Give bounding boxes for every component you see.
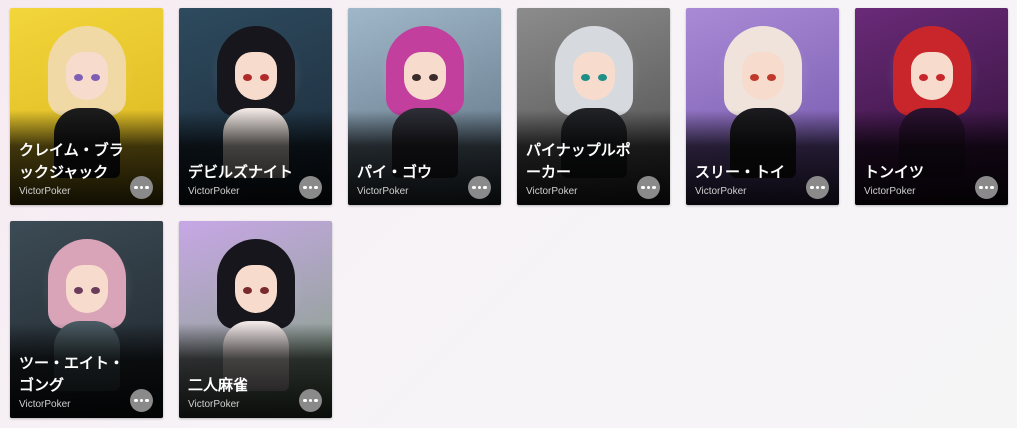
character-face <box>573 52 615 100</box>
character-eye <box>412 74 421 81</box>
game-title: クレイム・ブラックジャック <box>19 141 124 181</box>
character-eye <box>91 74 100 81</box>
more-horizontal-icon <box>641 185 645 190</box>
more-horizontal-icon <box>134 398 138 403</box>
game-card[interactable]: パイ・ゴウ VictorPoker <box>348 8 501 205</box>
more-horizontal-icon <box>472 185 476 190</box>
character-face <box>911 52 953 100</box>
more-options-button[interactable] <box>806 176 829 199</box>
game-provider: VictorPoker <box>695 186 747 197</box>
character-eye <box>260 74 269 81</box>
character-face <box>235 52 277 100</box>
game-title: 二人麻雀 <box>188 376 249 394</box>
more-options-button[interactable] <box>637 176 660 199</box>
game-provider: VictorPoker <box>526 186 578 197</box>
more-horizontal-icon <box>810 185 814 190</box>
game-title: スリー・トイ <box>695 163 786 181</box>
game-card[interactable]: トンイツ VictorPoker <box>855 8 1008 205</box>
character-eye <box>767 74 776 81</box>
character-eye <box>936 74 945 81</box>
game-provider: VictorPoker <box>188 399 240 410</box>
game-provider: VictorPoker <box>19 399 71 410</box>
game-card[interactable]: デビルズナイト VictorPoker <box>179 8 332 205</box>
game-card[interactable]: パイナップルポーカー VictorPoker <box>517 8 670 205</box>
more-options-button[interactable] <box>468 176 491 199</box>
character-face <box>404 52 446 100</box>
more-options-button[interactable] <box>130 389 153 412</box>
more-options-button[interactable] <box>975 176 998 199</box>
more-horizontal-icon <box>134 185 138 190</box>
more-horizontal-icon <box>303 398 307 403</box>
game-card[interactable]: 二人麻雀 VictorPoker <box>179 221 332 418</box>
game-card[interactable]: ツー・エイト・ゴング VictorPoker <box>10 221 163 418</box>
game-provider: VictorPoker <box>19 186 71 197</box>
more-horizontal-icon <box>979 185 983 190</box>
game-card[interactable]: クレイム・ブラックジャック VictorPoker <box>10 8 163 205</box>
character-eye <box>243 287 252 294</box>
game-title: ツー・エイト・ゴング <box>19 354 125 394</box>
game-title: パイ・ゴウ <box>357 163 433 181</box>
character-eye <box>598 74 607 81</box>
character-eye <box>429 74 438 81</box>
game-provider: VictorPoker <box>357 186 409 197</box>
character-eye <box>91 287 100 294</box>
character-eye <box>74 287 83 294</box>
game-title: トンイツ <box>864 163 925 181</box>
character-eye <box>260 287 269 294</box>
character-eye <box>243 74 252 81</box>
more-options-button[interactable] <box>299 389 322 412</box>
game-card[interactable]: スリー・トイ VictorPoker <box>686 8 839 205</box>
game-title: デビルズナイト <box>188 163 294 181</box>
game-provider: VictorPoker <box>188 186 240 197</box>
game-title: パイナップルポーカー <box>526 141 631 181</box>
character-face <box>235 265 277 313</box>
character-eye <box>919 74 928 81</box>
more-horizontal-icon <box>303 185 307 190</box>
more-options-button[interactable] <box>299 176 322 199</box>
character-eye <box>74 74 83 81</box>
character-face <box>66 52 108 100</box>
game-provider: VictorPoker <box>864 186 916 197</box>
character-eye <box>750 74 759 81</box>
more-options-button[interactable] <box>130 176 153 199</box>
character-eye <box>581 74 590 81</box>
character-face <box>742 52 784 100</box>
character-face <box>66 265 108 313</box>
